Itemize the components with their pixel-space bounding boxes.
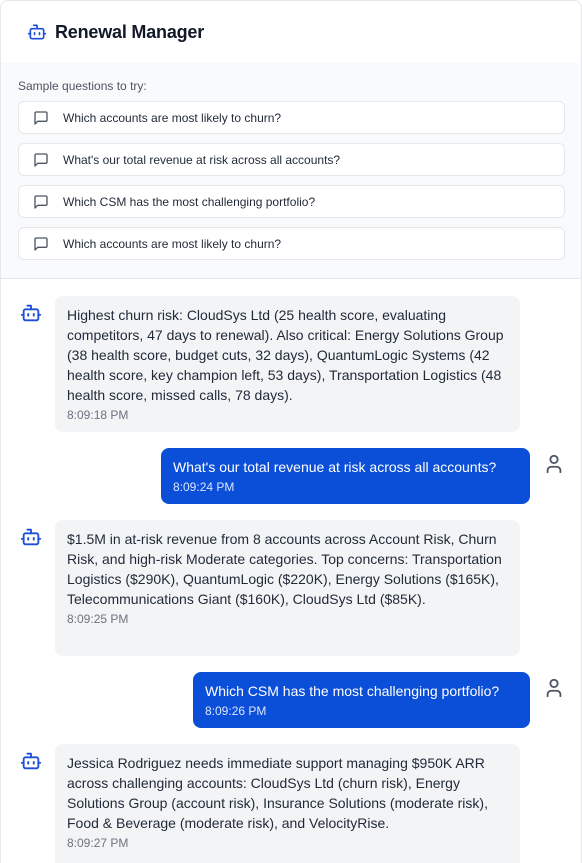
message-text: $1.5M in at-risk revenue from 8 accounts… (67, 531, 502, 607)
sample-question-button[interactable]: Which CSM has the most challenging portf… (18, 185, 565, 218)
sample-question-text: What's our total revenue at risk across … (63, 152, 341, 167)
bot-avatar-icon (20, 302, 42, 324)
sample-question-button[interactable]: What's our total revenue at risk across … (18, 143, 565, 176)
sample-question-button[interactable]: Which accounts are most likely to churn? (18, 101, 565, 134)
message-timestamp: 8:09:24 PM (173, 480, 235, 494)
bot-message: Highest churn risk: CloudSys Ltd (25 hea… (55, 296, 520, 432)
app-title: Renewal Manager (55, 21, 205, 42)
message-square-icon (33, 152, 49, 168)
message-timestamp: 8:09:27 PM (67, 836, 129, 850)
message-text: Highest churn risk: CloudSys Ltd (25 hea… (67, 307, 504, 403)
sample-questions-panel: Sample questions to try: Which accounts … (1, 63, 581, 279)
message-square-icon (33, 110, 49, 126)
bot-message: Jessica Rodriguez needs immediate suppor… (55, 744, 520, 863)
message-text: Which CSM has the most challenging portf… (205, 683, 500, 699)
sample-question-text: Which accounts are most likely to churn? (63, 110, 282, 125)
sample-question-text: Which CSM has the most challenging portf… (63, 194, 316, 209)
message-text: What's our total revenue at risk across … (173, 459, 497, 475)
sample-question-button[interactable]: Which accounts are most likely to churn? (18, 227, 565, 260)
message-timestamp: 8:09:26 PM (205, 704, 267, 718)
sample-question-text: Which accounts are most likely to churn? (63, 236, 282, 251)
message-text: Jessica Rodriguez needs immediate suppor… (67, 755, 488, 831)
user-message: Which CSM has the most challenging portf… (193, 672, 530, 728)
message-timestamp: 8:09:25 PM (67, 612, 129, 626)
user-avatar-icon (543, 677, 565, 699)
sample-questions-label: Sample questions to try: (18, 79, 147, 93)
message-square-icon (33, 236, 49, 252)
bot-avatar-icon (20, 526, 42, 548)
user-avatar-icon (543, 453, 565, 475)
bot-message: $1.5M in at-risk revenue from 8 accounts… (55, 520, 520, 656)
message-square-icon (33, 194, 49, 210)
chat-window: Renewal Manager Sample questions to try:… (0, 0, 582, 863)
bot-avatar-icon (20, 750, 42, 772)
header: Renewal Manager (1, 1, 581, 63)
message-timestamp: 8:09:18 PM (67, 408, 129, 422)
user-message: What's our total revenue at risk across … (161, 448, 530, 504)
bot-icon (27, 22, 47, 42)
